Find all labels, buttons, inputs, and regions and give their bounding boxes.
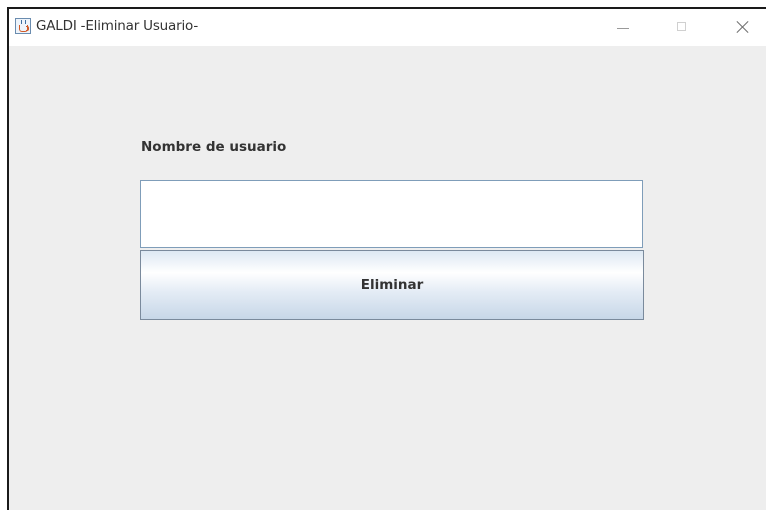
delete-button[interactable]: Eliminar xyxy=(140,250,644,320)
window-title: GALDI -Eliminar Usuario- xyxy=(36,18,198,34)
close-button[interactable] xyxy=(720,9,766,46)
java-app-icon[interactable] xyxy=(15,18,31,34)
close-icon xyxy=(736,20,750,34)
username-label: Nombre de usuario xyxy=(141,139,287,155)
username-input[interactable] xyxy=(140,180,643,248)
title-bar[interactable]: GALDI -Eliminar Usuario- xyxy=(9,9,766,46)
maximize-button[interactable] xyxy=(659,9,705,46)
app-window: GALDI -Eliminar Usuario- Nombre de usuar… xyxy=(7,7,766,510)
minimize-icon xyxy=(617,28,629,29)
minimize-button[interactable] xyxy=(600,9,646,46)
maximize-icon xyxy=(677,22,686,31)
